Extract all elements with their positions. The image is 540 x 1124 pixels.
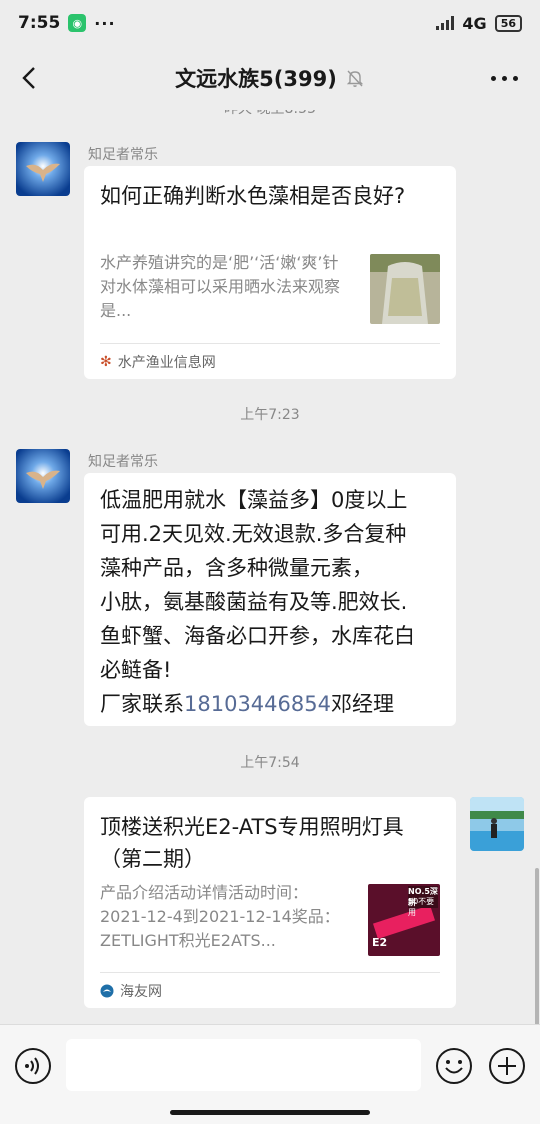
chat-header: 文远水族5(399): [0, 46, 540, 110]
card-thumbnail: [370, 254, 440, 324]
thumb-caption: E2: [372, 936, 388, 949]
source-logo-icon: [100, 984, 114, 997]
sender-name: 知足者常乐: [88, 147, 158, 163]
card-title: 如何正确判断水色藻相是否良好?: [100, 184, 406, 208]
back-arrow-icon[interactable]: [16, 64, 44, 92]
emoji-icon[interactable]: [435, 1047, 473, 1085]
card-source: 海友网: [100, 972, 440, 1008]
link-card[interactable]: 如何正确判断水色藻相是否良好? 水产养殖讲究的是‘肥’‘活‘嫩‘爽’针对水体藻相…: [84, 166, 456, 379]
network-type: 4G: [462, 13, 487, 33]
chat-title: 文远水族5(399): [175, 67, 337, 91]
message-input[interactable]: [66, 1039, 421, 1091]
chat-messages[interactable]: 昨天 晚上8:53 知足者常乐 如何正确判断水色藻相是否良好? 水产养殖讲究的是…: [0, 110, 540, 1024]
message-line: 小肽，氨基酸菌益有及等.肥效长.: [100, 590, 408, 614]
self-avatar[interactable]: [470, 797, 524, 851]
message-line: 可用.2天见效.无效退款.多合复种: [100, 522, 407, 546]
timestamp: 昨天 晚上8:53: [0, 110, 540, 118]
input-bar: [0, 1024, 540, 1124]
battery-icon: 56: [494, 14, 522, 32]
thumb-caption: 50不要用: [408, 897, 435, 917]
message-line: 鱼虾蟹、海备必口开参，水库花白: [100, 624, 415, 648]
status-time: 7:55: [18, 13, 61, 33]
card-title: 顶楼送积光E2-ATS专用照明灯具（第二期）: [100, 815, 404, 871]
scrollbar[interactable]: [535, 868, 539, 1026]
source-name: 海友网: [120, 983, 162, 1000]
phone-number-link[interactable]: 18103446854: [184, 692, 331, 716]
contact-line: 厂家联系18103446854邓经理: [100, 687, 440, 721]
card-thumbnail: NO.5深耕 50不要用 E2: [368, 884, 440, 956]
sender-name: 知足者常乐: [88, 454, 158, 470]
card-source: ✻ 水产渔业信息网: [100, 343, 440, 379]
more-notifications-icon: ···: [94, 13, 116, 33]
avatar[interactable]: [16, 142, 70, 196]
card-description: 产品介绍活动详情活动时间：2021-12-4到2021-12-14奖品：ZETL…: [100, 883, 340, 950]
message-line: 藻种产品，含多种微量元素，: [100, 556, 373, 580]
timestamp: 上午7:23: [240, 407, 300, 423]
voice-input-icon[interactable]: [14, 1047, 52, 1085]
link-card[interactable]: 顶楼送积光E2-ATS专用照明灯具（第二期） 产品介绍活动详情活动时间：2021…: [84, 797, 456, 1008]
card-description: 水产养殖讲究的是‘肥’‘活‘嫩‘爽’针对水体藻相可以采用晒水法来观察是...: [100, 253, 341, 320]
app-notification-icon: ◉: [68, 14, 87, 32]
more-options-icon[interactable]: [491, 76, 518, 81]
home-indicator[interactable]: [170, 1110, 370, 1115]
contact-prefix: 厂家联系: [100, 692, 184, 716]
contact-suffix: 邓经理: [330, 692, 394, 716]
timestamp: 上午7:54: [240, 755, 300, 771]
source-logo-icon: ✻: [100, 353, 112, 370]
source-name: 水产渔业信息网: [117, 354, 216, 371]
message-line: 必鲢备!: [100, 658, 172, 682]
mute-bell-icon: [346, 70, 364, 87]
text-message[interactable]: 低温肥用就水【藻益多】0度以上 可用.2天见效.无效退款.多合复种 藻种产品，含…: [84, 473, 456, 726]
message-line: 低温肥用就水【藻益多】0度以上: [100, 488, 408, 512]
plus-icon[interactable]: [488, 1047, 526, 1085]
signal-icon: [436, 16, 455, 30]
status-bar: 7:55 ◉ ··· 4G 56: [0, 0, 540, 46]
avatar[interactable]: [16, 449, 70, 503]
